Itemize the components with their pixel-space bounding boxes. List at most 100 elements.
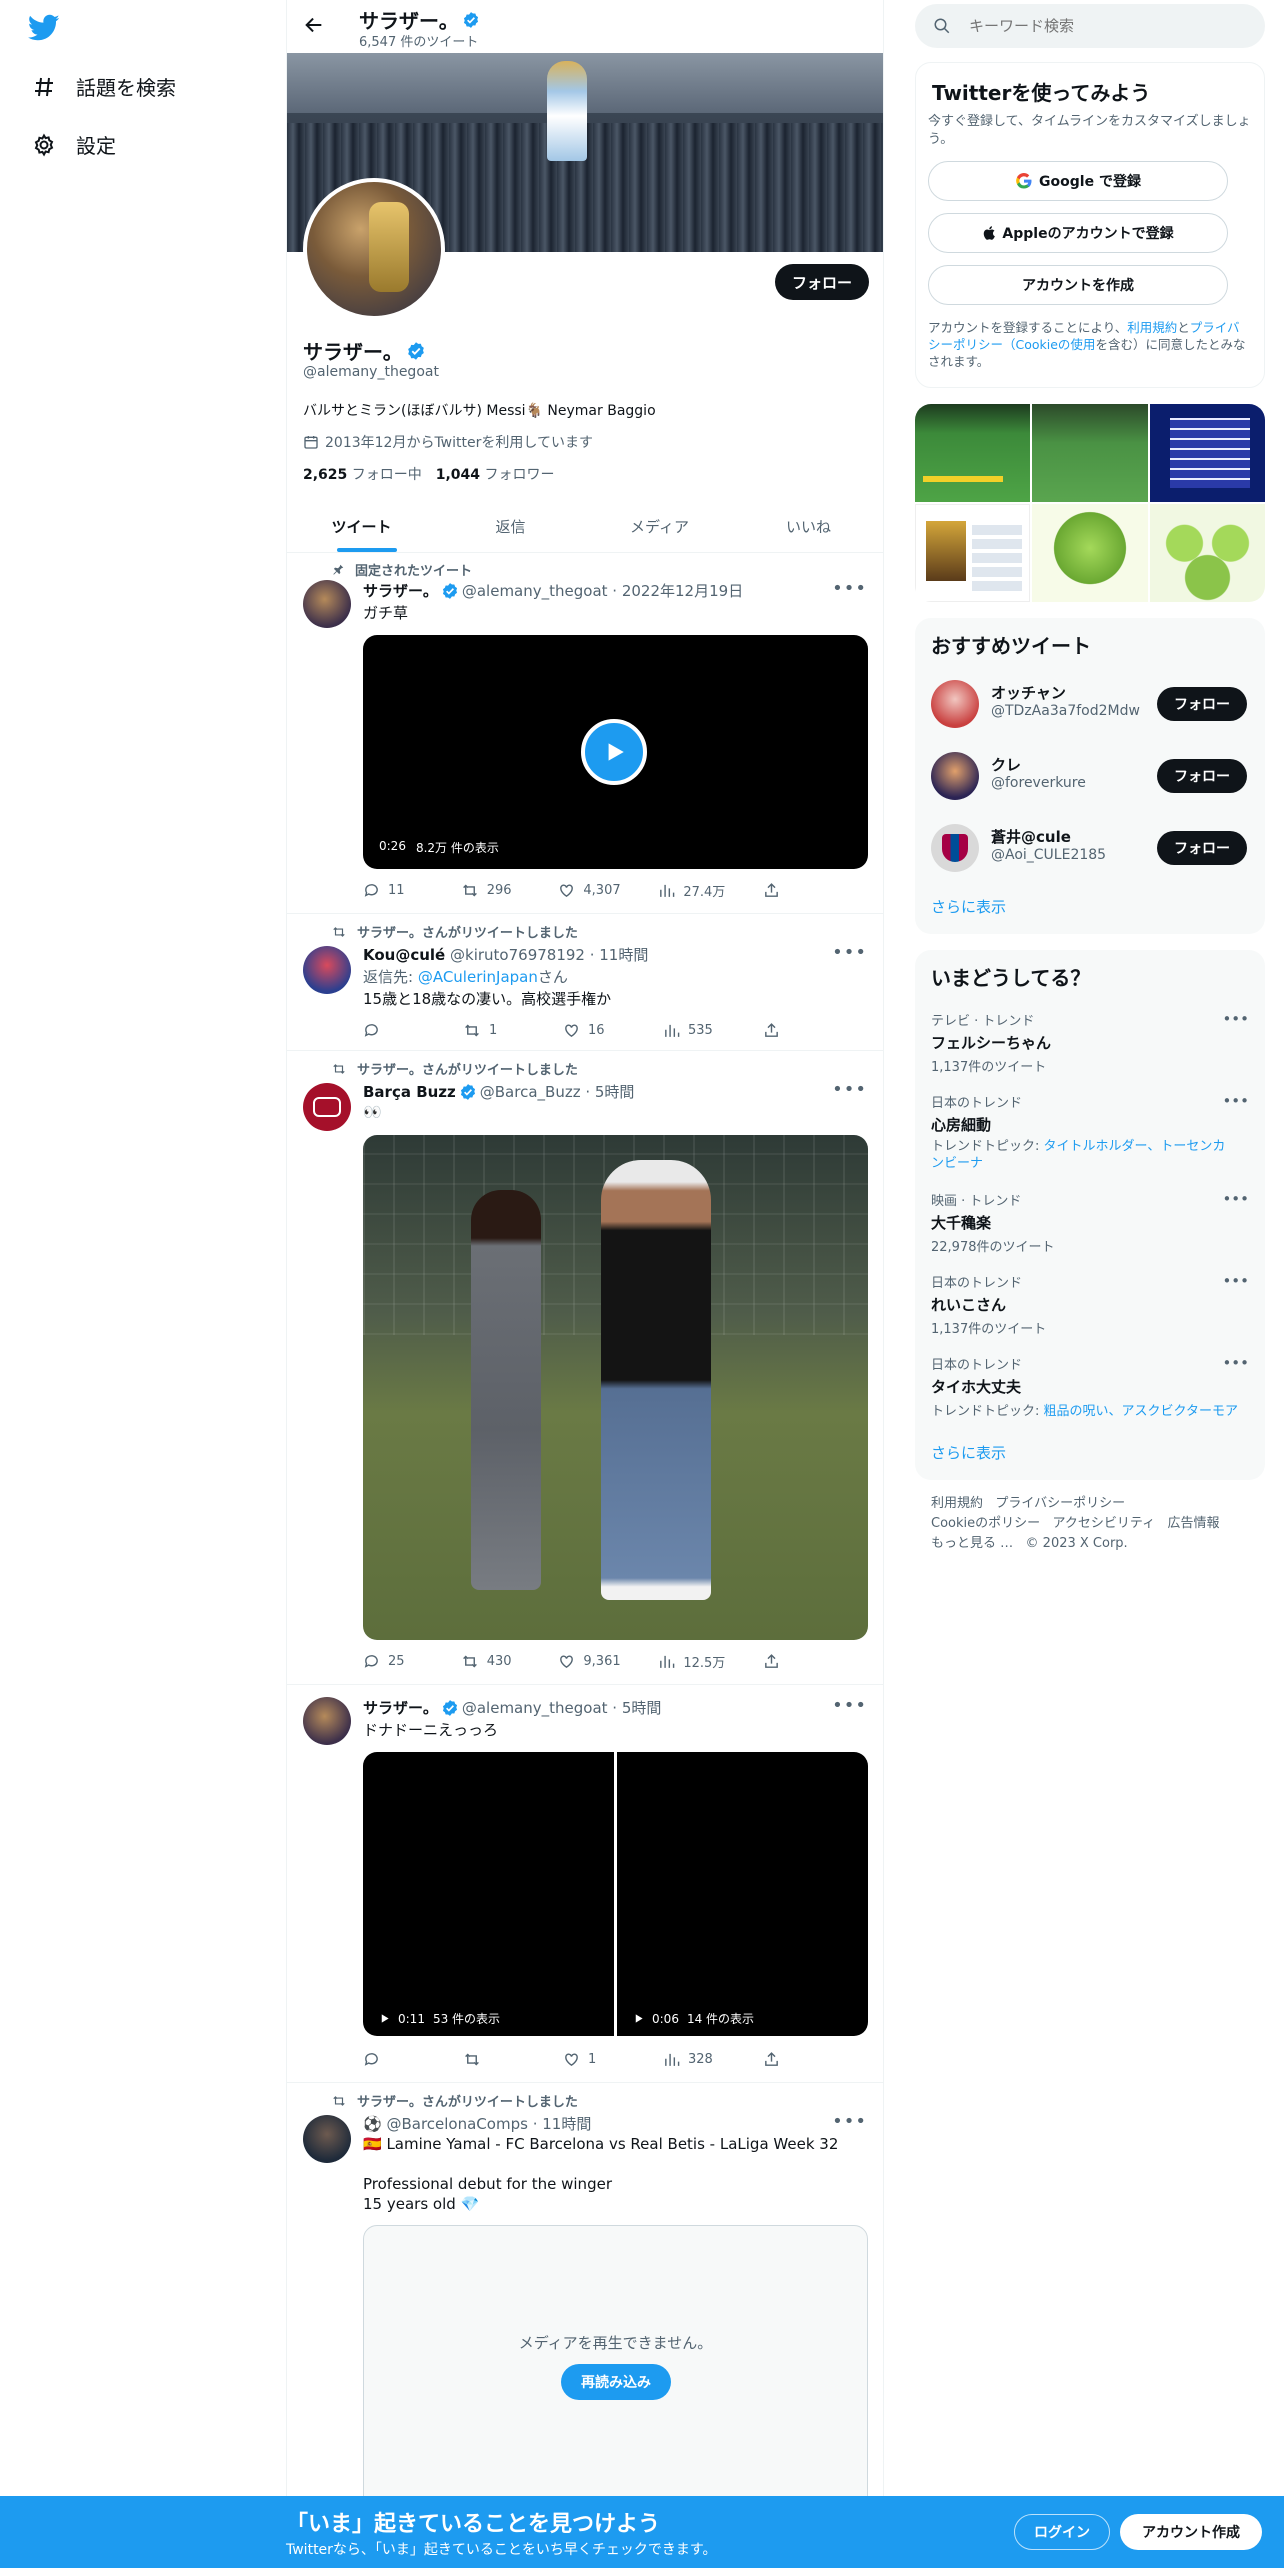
show-more-link[interactable]: さらに表示 <box>931 896 1006 917</box>
nav-explore[interactable]: 話題を検索 <box>30 72 176 101</box>
retweeted-by[interactable]: サラザー。さんがリツイートしました <box>357 2091 578 2110</box>
tab-likes[interactable]: いいね <box>734 500 883 552</box>
views-button[interactable]: 27.4万 <box>658 881 725 900</box>
suggestion-avatar[interactable] <box>931 824 979 872</box>
reply-button[interactable] <box>363 1022 423 1039</box>
tweet-retweeted[interactable]: サラザー。さんがリツイートしました ⚽ @BarcelonaComps · 11… <box>287 2083 883 2515</box>
terms-link[interactable]: 利用規約 <box>1127 320 1177 335</box>
media-thumbnail[interactable] <box>1149 504 1265 602</box>
like-button[interactable]: 1 <box>563 2051 623 2068</box>
retweeted-by[interactable]: サラザー。さんがリツイートしました <box>357 1059 578 1078</box>
tweet-video[interactable]: 0:06 14 件の表示 <box>617 1752 868 2036</box>
google-signup-button[interactable]: Google で登録 <box>928 161 1228 201</box>
tweet-date[interactable]: 5時間 <box>595 1081 635 1102</box>
views-button[interactable]: 328 <box>663 2051 723 2068</box>
tweet-author-name[interactable]: ⚽ <box>363 2115 382 2133</box>
suggestion-avatar[interactable] <box>931 752 979 800</box>
more-options-icon[interactable]: ••• <box>832 578 867 599</box>
retweet-button[interactable]: 296 <box>461 882 521 899</box>
reply-button[interactable] <box>363 2051 423 2068</box>
suggestion-name[interactable]: クレ <box>991 754 1021 775</box>
trend-item[interactable]: 日本のトレンド 心房細動 トレンドトピック: タイトルホルダー、トーセンカンビー… <box>931 1092 1249 1172</box>
trend-item[interactable]: 日本のトレンド れいこさん 1,137件のツイート ••• <box>931 1272 1249 1337</box>
follow-suggestion[interactable]: オッチャン @TDzAa3a7fod2Mdw フォロー <box>931 676 1251 732</box>
tweet-author-name[interactable]: Barça Buzz <box>363 1083 456 1101</box>
tweet-avatar[interactable] <box>303 1083 351 1131</box>
tweet-date[interactable]: 2022年12月19日 <box>622 580 743 601</box>
follow-button[interactable]: フォロー <box>1157 687 1247 721</box>
tweet-author-handle[interactable]: @Barca_Buzz <box>480 1083 581 1101</box>
tweet-retweeted[interactable]: サラザー。さんがリツイートしました Barça Buzz @Barca_Buzz… <box>287 1051 883 1685</box>
trend-topics-link[interactable]: 粗品の呪い、アスクビクターモア <box>1044 1404 1238 1419</box>
tab-media[interactable]: メディア <box>585 500 734 552</box>
views-button[interactable]: 535 <box>663 1022 723 1039</box>
twitter-logo-icon[interactable] <box>27 14 60 46</box>
like-button[interactable]: 4,307 <box>558 882 621 899</box>
login-button[interactable]: ログイン <box>1014 2514 1110 2550</box>
reload-button[interactable]: 再読み込み <box>561 2364 671 2400</box>
media-thumbnail[interactable] <box>915 504 1031 602</box>
media-thumbnail[interactable] <box>1032 404 1148 502</box>
apple-signup-button[interactable]: Appleのアカウントで登録 <box>928 213 1228 253</box>
follow-button[interactable]: フォロー <box>1157 759 1247 793</box>
footer-ads[interactable]: 広告情報 <box>1168 1516 1220 1531</box>
suggestion-name[interactable]: オッチャン <box>991 682 1066 703</box>
more-options-icon[interactable]: ••• <box>1222 1190 1249 1208</box>
tweet-date[interactable]: 11時間 <box>542 2113 591 2134</box>
trend-item[interactable]: 日本のトレンド タイホ大丈夫 トレンドトピック: 粗品の呪い、アスクビクターモア… <box>931 1354 1249 1419</box>
trend-item[interactable]: 映画 · トレンド 大千穐楽 22,978件のツイート ••• <box>931 1190 1249 1255</box>
show-more-link[interactable]: さらに表示 <box>931 1442 1006 1463</box>
more-options-icon[interactable]: ••• <box>832 2111 867 2132</box>
nav-settings[interactable]: 設定 <box>30 130 116 159</box>
tweet-date[interactable]: 5時間 <box>622 1697 662 1718</box>
reply-button[interactable]: 11 <box>363 882 423 899</box>
suggestion-handle[interactable]: @TDzAa3a7fod2Mdw <box>991 703 1140 719</box>
signup-button[interactable]: アカウント作成 <box>1120 2514 1262 2550</box>
follow-suggestion[interactable]: クレ @foreverkure フォロー <box>931 748 1251 804</box>
footer-terms[interactable]: 利用規約 <box>931 1496 983 1511</box>
footer-cookie[interactable]: Cookieのポリシー <box>931 1516 1040 1531</box>
more-options-icon[interactable]: ••• <box>832 1079 867 1100</box>
more-options-icon[interactable]: ••• <box>1222 1092 1249 1110</box>
retweeted-by[interactable]: サラザー。さんがリツイートしました <box>357 922 578 941</box>
tweet-author-name[interactable]: Kou@culé <box>363 946 445 964</box>
footer-more[interactable]: もっと見る … <box>931 1536 1013 1551</box>
search-box[interactable] <box>915 4 1265 48</box>
like-button[interactable]: 16 <box>563 1022 623 1039</box>
trend-item[interactable]: テレビ · トレンド フェルシーちゃん 1,137件のツイート ••• <box>931 1010 1249 1075</box>
tweet-avatar[interactable] <box>303 2115 351 2163</box>
tweet-author-handle[interactable]: @kiruto76978192 <box>450 946 585 964</box>
reply-to-link[interactable]: @ACulerinJapan <box>418 968 538 986</box>
retweet-button[interactable]: 430 <box>461 1653 521 1670</box>
tweet-avatar[interactable] <box>303 946 351 994</box>
retweet-button[interactable] <box>463 2051 523 2068</box>
play-icon[interactable] <box>581 719 647 785</box>
tab-replies[interactable]: 返信 <box>436 500 585 552</box>
share-button[interactable] <box>763 1653 783 1670</box>
following-link[interactable]: 2,625 フォロー中 <box>303 464 422 484</box>
tab-tweets[interactable]: ツイート <box>287 500 436 552</box>
suggestion-avatar[interactable] <box>931 680 979 728</box>
create-account-button[interactable]: アカウントを作成 <box>928 265 1228 305</box>
more-options-icon[interactable]: ••• <box>1222 1354 1249 1372</box>
footer-privacy[interactable]: プライバシーポリシー <box>995 1496 1125 1511</box>
more-options-icon[interactable]: ••• <box>1222 1272 1249 1290</box>
tweet-author-handle[interactable]: @BarcelonaComps <box>386 2115 527 2133</box>
back-arrow-icon[interactable] <box>303 14 325 40</box>
suggestion-handle[interactable]: @foreverkure <box>991 775 1086 791</box>
retweet-button[interactable]: 1 <box>463 1022 523 1039</box>
media-thumbnail[interactable] <box>915 404 1031 502</box>
tweet-retweeted[interactable]: サラザー。さんがリツイートしました Kou@culé @kiruto769781… <box>287 914 883 1051</box>
tweet[interactable]: サラザー。 @alemany_thegoat · 5時間 ••• ドナドーニえっ… <box>287 1685 883 2083</box>
tweet-date[interactable]: 11時間 <box>599 944 648 965</box>
more-options-icon[interactable]: ••• <box>832 1695 867 1716</box>
tweet-author-handle[interactable]: @alemany_thegoat <box>462 1699 608 1717</box>
tweet-avatar[interactable] <box>303 1697 351 1745</box>
follow-button[interactable]: フォロー <box>1157 831 1247 865</box>
follow-button[interactable]: フォロー <box>775 264 869 300</box>
like-button[interactable]: 9,361 <box>558 1653 621 1670</box>
search-input[interactable] <box>969 17 1239 35</box>
tweet-pinned[interactable]: 固定されたツイート サラザー。 @alemany_thegoat · 2022年… <box>287 554 883 914</box>
share-button[interactable] <box>763 2051 783 2068</box>
views-button[interactable]: 12.5万 <box>658 1652 725 1671</box>
